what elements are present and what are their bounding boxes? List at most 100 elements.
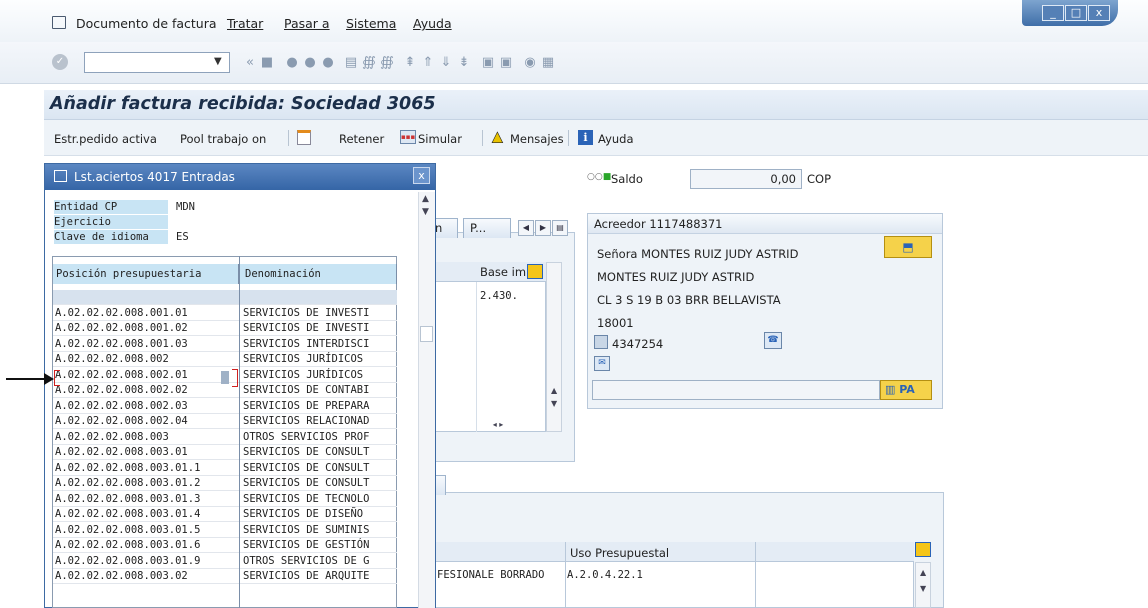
table-row[interactable]: A.02.02.02.008.003.02 SERVICIOS DE ARQUIT…: [53, 569, 397, 584]
menu-pasar-a[interactable]: Pasar a: [284, 16, 330, 31]
tab-right-icon[interactable]: ▶: [535, 220, 551, 236]
maximize-button[interactable]: □: [1065, 5, 1087, 21]
pa-field[interactable]: [592, 380, 880, 400]
vendor-header: Acreedor 1117488371: [594, 217, 723, 231]
table-row[interactable]: A.02.02.02.008.003.01.2 SERVICIOS DE CONS…: [53, 476, 397, 491]
document-icon[interactable]: [297, 130, 311, 145]
table-row[interactable]: A.02.02.02.008.003.01.3 SERVICIOS DE TECN…: [53, 492, 397, 507]
retener-button[interactable]: Retener: [339, 132, 384, 146]
cell-denominacion: SERVICIOS DE CONTABI: [243, 384, 370, 396]
layout-menu-icon[interactable]: ▦: [540, 55, 556, 71]
row-focus-bracket: [232, 369, 238, 387]
print-icon[interactable]: ▤: [343, 55, 359, 71]
command-field[interactable]: [84, 52, 230, 73]
save-icon[interactable]: ■: [259, 55, 275, 71]
exit-icon[interactable]: ●: [302, 55, 318, 71]
phone-detail-icon[interactable]: ☎: [764, 332, 782, 349]
dialog-scroll-thumb[interactable]: [420, 326, 433, 342]
warning-icon[interactable]: ▲: [492, 129, 503, 146]
criteria-value-entidad: MDN: [176, 201, 195, 213]
scroll-down-icon[interactable]: ▼: [422, 207, 429, 217]
items-hscroll[interactable]: ◂ ▸: [478, 418, 518, 432]
table-row[interactable]: A.02.02.02.008.001.02 SERVICIOS DE INVEST…: [53, 321, 397, 336]
minimize-button[interactable]: _: [1042, 5, 1064, 21]
criteria-value-idioma: ES: [176, 231, 189, 243]
table-row[interactable]: A.02.02.02.008.003 OTROS SERVICIOS PROF: [53, 430, 397, 445]
table-settings-icon[interactable]: [527, 264, 543, 279]
mensajes-button[interactable]: Mensajes: [510, 132, 564, 146]
table-row[interactable]: A.02.02.02.008.001.03 SERVICIOS INTERDISC…: [53, 337, 397, 352]
vendor-phone: 4347254: [612, 337, 664, 351]
table-row[interactable]: A.02.02.02.008.002.03 SERVICIOS DE PREPAR…: [53, 399, 397, 414]
table-row[interactable]: A.02.02.02.008.003.01.6 SERVICIOS DE GEST…: [53, 538, 397, 553]
pa-label: PA: [899, 383, 915, 396]
bottom-table-settings-icon[interactable]: [915, 542, 931, 557]
menu-sistema[interactable]: Sistema: [346, 16, 396, 31]
find-icon[interactable]: ∰: [361, 55, 377, 71]
info-icon[interactable]: i: [578, 130, 593, 145]
first-page-icon[interactable]: ⇞: [402, 55, 418, 71]
menu-tratar[interactable]: Tratar: [227, 16, 263, 31]
table-row[interactable]: A.02.02.02.008.003.01.1 SERVICIOS DE CONS…: [53, 461, 397, 476]
menu-documento-factura[interactable]: Documento de factura: [76, 16, 217, 31]
help-icon[interactable]: ◉: [522, 55, 538, 71]
chevron-down-icon[interactable]: ▼: [214, 56, 222, 67]
back-icon[interactable]: ●: [284, 55, 300, 71]
criteria-label-entidad: Entidad CP: [54, 201, 118, 213]
cell-denominacion: SERVICIOS INTERDISCI: [243, 337, 370, 350]
tab-p[interactable]: P...: [463, 218, 511, 238]
table-row[interactable]: A.02.02.02.008.002.04 SERVICIOS RELACIONA…: [53, 414, 397, 429]
table-row[interactable]: A.02.02.02.008.001.01 SERVICIOS DE INVEST…: [53, 306, 397, 321]
email-icon[interactable]: ✉: [594, 356, 610, 371]
cell-denominacion: SERVICIOS DE PREPARA: [243, 399, 370, 412]
cell-denominacion: SERVICIOS DE CONSULT: [243, 446, 370, 458]
estr-pedido-button[interactable]: Estr.pedido activa: [54, 132, 157, 146]
menu-ayuda[interactable]: Ayuda: [413, 16, 452, 31]
table-row[interactable]: A.02.02.02.008.002.02 SERVICIOS DE CONTAB…: [53, 383, 397, 398]
pa-button[interactable]: ▥ PA: [880, 380, 932, 400]
cancel-icon[interactable]: ●: [320, 55, 336, 71]
saldo-field: 0,00: [690, 169, 802, 189]
scroll-down-icon[interactable]: ▼: [551, 399, 557, 408]
table-row[interactable]: A.02.02.02.008.003.01.5 SERVICIOS DE SUMI…: [53, 523, 397, 538]
table-row[interactable]: A.02.02.02.008.003.01 SERVICIOS DE CONSUL…: [53, 445, 397, 460]
col-header-denominacion[interactable]: Denominación: [245, 268, 321, 280]
table-row[interactable]: [53, 290, 397, 305]
vendor-address: CL 3 S 19 B 03 BRR BELLAVISTA: [597, 293, 781, 307]
row-cursor-marker: [54, 370, 60, 386]
cell-denominacion: SERVICIOS DE DISEÑO: [243, 508, 364, 520]
close-window-button[interactable]: x: [1088, 5, 1110, 21]
uso-presupuestal-value[interactable]: A.2.0.4.22.1: [567, 569, 643, 581]
shortcut-icon[interactable]: ▣: [498, 55, 514, 71]
table-row[interactable]: A.02.02.02.008.002 SERVICIOS JURÍDICOS: [53, 352, 397, 367]
vendor-detail-button[interactable]: ⬒: [884, 236, 932, 258]
menu-exit-icon[interactable]: [52, 16, 66, 29]
cell-posicion: A.02.02.02.008.003.01.5: [55, 523, 201, 536]
tab-left-icon[interactable]: ◀: [518, 220, 534, 236]
pool-trabajo-button[interactable]: Pool trabajo on: [180, 132, 266, 146]
cell-denominacion: SERVICIOS DE CONSULT: [243, 477, 370, 489]
find-next-icon[interactable]: ∰: [379, 55, 395, 71]
enter-check-icon[interactable]: ✓: [52, 54, 68, 70]
col-header-posicion[interactable]: Posición presupuestaria: [56, 268, 201, 280]
ayuda-button[interactable]: Ayuda: [598, 132, 634, 146]
bottom-table-header: [430, 542, 914, 562]
simular-button[interactable]: Simular: [418, 132, 462, 146]
simulate-icon[interactable]: ▪▪▪: [400, 130, 416, 144]
dialog-close-button[interactable]: x: [413, 167, 430, 184]
scroll-up-icon[interactable]: ▲: [920, 568, 926, 577]
scroll-down-icon[interactable]: ▼: [920, 584, 926, 593]
back-double-icon[interactable]: «: [242, 55, 258, 71]
cell-denominacion: SERVICIOS DE INVESTI: [243, 306, 370, 319]
next-page-icon[interactable]: ⇓: [438, 55, 454, 71]
items-table: [430, 262, 546, 432]
new-session-icon[interactable]: ▣: [480, 55, 496, 71]
scroll-up-icon[interactable]: ▲: [422, 194, 429, 204]
scroll-up-icon[interactable]: ▲: [551, 386, 557, 395]
tab-list-icon[interactable]: ▤: [552, 220, 568, 236]
table-row[interactable]: A.02.02.02.008.003.01.4 SERVICIOS DE DISE…: [53, 507, 397, 522]
prev-page-icon[interactable]: ⇑: [420, 55, 436, 71]
table-row[interactable]: A.02.02.02.008.003.01.9 OTROS SERVICIOS D…: [53, 554, 397, 569]
last-page-icon[interactable]: ⇟: [456, 55, 472, 71]
dialog-vscroll[interactable]: [418, 192, 435, 608]
